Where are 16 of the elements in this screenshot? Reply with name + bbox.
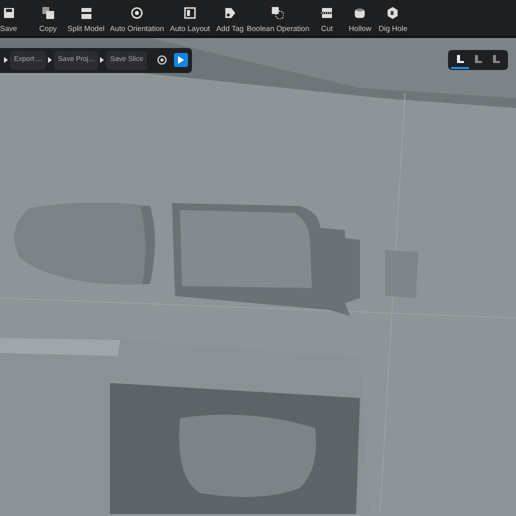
play-icon (178, 56, 184, 64)
compass-icon (131, 7, 143, 19)
arrow-icon (4, 57, 8, 64)
cut-icon (321, 7, 333, 19)
cube-icon (387, 7, 399, 19)
cylinder-icon (354, 7, 366, 19)
split-icon (80, 7, 92, 19)
shapes-icon (272, 7, 284, 19)
arrow-icon (100, 57, 104, 64)
save-icon (2, 7, 15, 19)
settings-icon[interactable] (157, 55, 168, 66)
play-button[interactable] (174, 53, 188, 68)
copy-icon (42, 7, 54, 19)
arrow-icon (48, 57, 52, 64)
layout-icon (184, 7, 196, 19)
tag-icon (224, 7, 236, 19)
